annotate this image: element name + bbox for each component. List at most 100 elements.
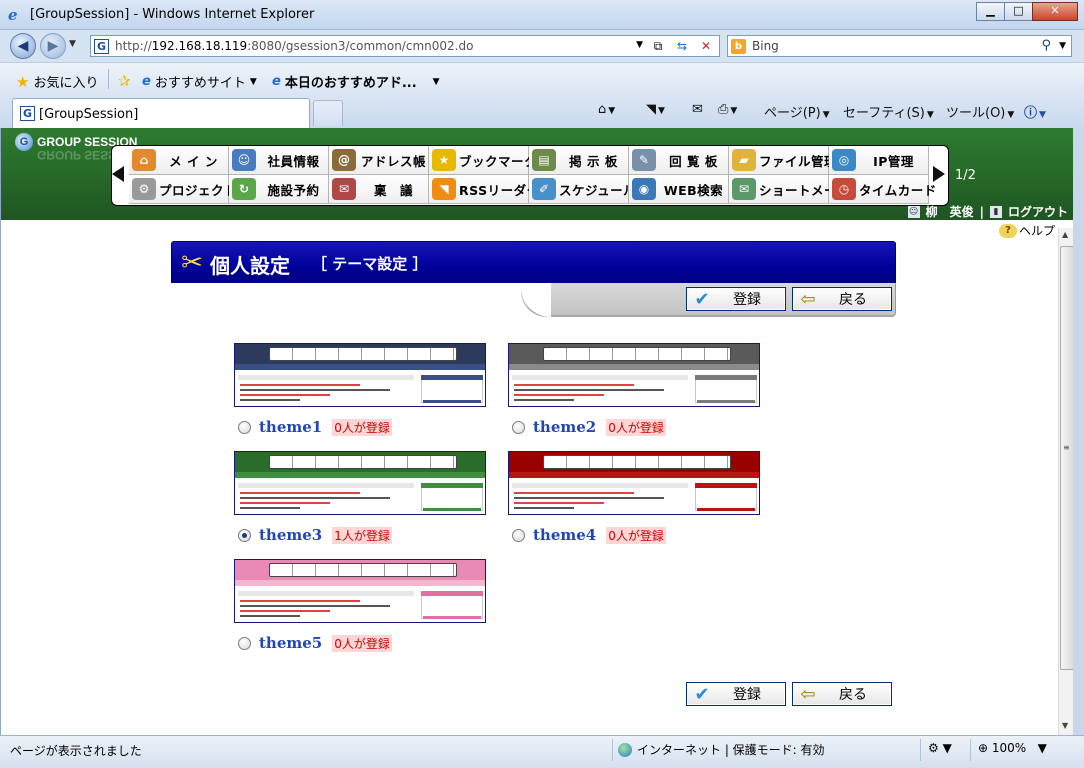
register-label: 登録 xyxy=(733,292,761,308)
window-titlebar: e [GroupSession] - Windows Internet Expl… xyxy=(0,0,1084,30)
menu-prev-arrow-icon[interactable] xyxy=(112,166,124,182)
menu-item[interactable]: ✉ ショートメール xyxy=(729,175,850,204)
address-field[interactable]: G http://192.168.18.119:8080/gsession3/c… xyxy=(90,35,720,57)
safety-menu[interactable]: セーフティ(S) ▼ xyxy=(843,102,934,121)
suggested-sites-link[interactable]: e おすすめサイト ▼ xyxy=(142,72,257,91)
theme-option: theme5 0人が登録 xyxy=(238,634,392,652)
help-menu[interactable]: ⓘ ▼ xyxy=(1024,102,1046,121)
search-icon[interactable]: ⚲ xyxy=(1041,38,1051,53)
tab-groupsession[interactable]: G [GroupSession] xyxy=(12,98,310,128)
theme-name[interactable]: theme4 xyxy=(533,526,596,544)
menu-item[interactable]: ✉ 稟 議 xyxy=(329,175,429,204)
logout-link[interactable]: ログアウト xyxy=(1008,203,1068,220)
theme-user-count: 0人が登録 xyxy=(606,526,666,544)
register-button-bottom[interactable]: ✔ 登録 xyxy=(686,682,786,706)
minimize-button[interactable]: ▁ xyxy=(976,2,1005,21)
gs-header: G GROUP SESSION GROUP SESSION ⌂ メ イ ン ☺ 社員情… xyxy=(1,128,1073,220)
theme-name[interactable]: theme3 xyxy=(259,526,322,544)
theme-radio[interactable] xyxy=(512,528,525,542)
menu-item[interactable]: ★ ブックマーク xyxy=(429,146,537,175)
maximize-button[interactable]: □ xyxy=(1004,2,1033,21)
stop-icon[interactable]: ✕ xyxy=(697,37,715,55)
site-favicon-icon: G xyxy=(20,106,35,121)
register-button-top[interactable]: ✔ 登録 xyxy=(686,287,786,311)
scroll-thumb[interactable] xyxy=(1060,246,1073,670)
print-button[interactable]: ⎙ ▼ xyxy=(718,102,737,117)
back-button-bottom[interactable]: ⇦ 戻る xyxy=(792,682,892,706)
theme-preview-image xyxy=(234,343,486,407)
theme-radio[interactable] xyxy=(238,636,251,650)
menu-item-label: 回 覧 板 xyxy=(669,153,718,169)
menu-item[interactable]: ✐ スケジュール xyxy=(529,175,636,204)
zoom-button[interactable]: ⊕ 100% ▼ xyxy=(978,741,1047,755)
menu-item-label: タイムカード xyxy=(859,182,937,198)
help-button[interactable]: ? ヘルプ xyxy=(999,222,1055,239)
theme-radio[interactable] xyxy=(238,420,251,434)
theme-name[interactable]: theme2 xyxy=(533,418,596,436)
home-button[interactable]: ⌂ ▼ xyxy=(598,102,615,117)
address-url[interactable]: http://192.168.18.119:8080/gsession3/com… xyxy=(115,39,473,53)
add-favorite-button[interactable]: ✰ xyxy=(118,72,131,90)
refresh-icon[interactable]: ⇆ xyxy=(673,37,691,55)
status-bar: ページが表示されました インターネット | 保護モード: 有効 ⚙ ▼ ⊕ 10… xyxy=(0,735,1084,768)
menu-item-label: 社員情報 xyxy=(267,153,320,169)
web-search-icon: ◉ xyxy=(632,178,656,200)
window-controls: ▁ □ ✕ xyxy=(976,2,1078,21)
short-mail-icon: ✉ xyxy=(732,178,756,200)
menu-item[interactable]: ↻ 施設予約 xyxy=(229,175,329,204)
page-menu[interactable]: ページ(P) ▼ xyxy=(764,102,830,121)
folder-icon: ▰ xyxy=(732,149,756,171)
theme-user-count: 0人が登録 xyxy=(606,418,666,436)
web-slice-label: 本日のおすすめアド... xyxy=(284,76,417,91)
forward-button[interactable]: ▶ xyxy=(40,33,66,59)
search-options-dropdown-icon[interactable]: ▼ xyxy=(1059,41,1066,51)
search-field[interactable]: b Bing ⚲ ▼ xyxy=(727,35,1072,57)
compatibility-view-icon[interactable]: ⧉ xyxy=(649,37,667,55)
back-button-top[interactable]: ⇦ 戻る xyxy=(792,287,892,311)
scroll-up-icon[interactable]: ▲ xyxy=(1062,230,1068,239)
popup-status-button[interactable]: ⚙ ▼ xyxy=(928,741,952,755)
menu-item[interactable]: ⚙ プロジェクト xyxy=(129,175,237,204)
back-button[interactable]: ◀ xyxy=(10,33,36,59)
back-arrow-icon: ⇦ xyxy=(800,288,816,310)
menu-item[interactable]: ▰ ファイル管理 xyxy=(729,146,837,175)
menu-item-label: プロジェクト xyxy=(159,182,238,198)
web-slice-link[interactable]: e 本日のおすすめアド... ▼ xyxy=(272,72,440,91)
logout-icon: ▮ xyxy=(989,205,1002,218)
mail-button[interactable]: ✉ xyxy=(692,102,703,117)
menu-item[interactable]: ◷ タイムカード xyxy=(829,175,936,204)
theme-radio[interactable] xyxy=(512,420,525,434)
user-name[interactable]: 柳 英俊 xyxy=(926,203,974,220)
vertical-scrollbar[interactable]: ▲ ≡ ▼ xyxy=(1058,228,1073,735)
clock-icon: ◷ xyxy=(832,178,856,200)
menu-item[interactable]: ◥ RSSリーダー xyxy=(429,175,539,204)
back-arrow-icon: ⇦ xyxy=(800,683,816,705)
menu-item[interactable]: ◎ IP管理 xyxy=(829,146,929,175)
menu-item[interactable]: ◉ WEB検索 xyxy=(629,175,729,204)
close-button[interactable]: ✕ xyxy=(1032,2,1078,21)
menu-item[interactable]: ⌂ メ イ ン xyxy=(129,146,229,175)
feeds-button[interactable]: ◥ ▼ xyxy=(646,102,665,117)
status-text: ページが表示されました xyxy=(10,744,142,758)
menu-item[interactable]: ☺ 社員情報 xyxy=(229,146,329,175)
theme-name[interactable]: theme1 xyxy=(259,418,322,436)
scroll-down-icon[interactable]: ▼ xyxy=(1062,721,1068,730)
menu-item[interactable]: @ アドレス帳 xyxy=(329,146,429,175)
new-tab-button[interactable] xyxy=(313,100,343,126)
address-toolbar: ◀ ▶ ▼ G http://192.168.18.119:8080/gsess… xyxy=(0,30,1084,62)
tools-menu[interactable]: ツール(O) ▼ xyxy=(946,102,1014,121)
menu-item[interactable]: ▤ 掲 示 板 xyxy=(529,146,629,175)
bing-icon: b xyxy=(731,39,746,54)
security-zone[interactable]: インターネット | 保護モード: 有効 xyxy=(618,741,825,758)
theme-radio[interactable] xyxy=(238,528,251,542)
theme-name[interactable]: theme5 xyxy=(259,634,322,652)
recent-pages-dropdown-icon[interactable]: ▼ xyxy=(69,39,76,49)
address-dropdown-icon[interactable]: ▼ xyxy=(636,40,643,50)
gs-logo-icon: G xyxy=(15,133,33,151)
menu-item[interactable]: ✎ 回 覧 板 xyxy=(629,146,729,175)
menu-item-label: WEB検索 xyxy=(663,182,724,198)
suggested-sites-label: おすすめサイト xyxy=(154,76,246,91)
favorites-button[interactable]: ★ お気に入り xyxy=(16,72,98,92)
menu-page-indicator: 1/2 xyxy=(955,168,976,183)
menu-item-label: IP管理 xyxy=(873,153,914,169)
